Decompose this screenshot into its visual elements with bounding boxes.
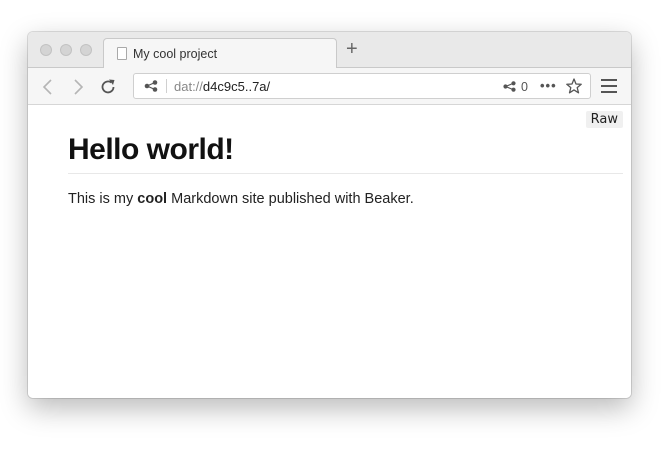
page-content: Raw Hello world! This is my cool Markdow… [28,105,631,398]
raw-button[interactable]: Raw [585,111,623,128]
minimize-window-button[interactable] [60,44,72,56]
reload-button[interactable] [98,77,118,97]
browser-window: My cool project + dat://d4c9c5..7a/ 0 ••… [28,32,631,398]
url-scheme: dat:// [174,79,203,94]
hamburger-menu-icon[interactable] [601,79,617,93]
url-divider [166,79,167,93]
url-host: d4c9c5..7a/ [202,79,271,94]
url-bar[interactable]: dat://d4c9c5..7a/ 0 ••• [133,73,591,99]
zoom-window-button[interactable] [80,44,92,56]
peers-icon[interactable] [503,81,516,92]
more-options-button[interactable]: ••• [540,78,557,93]
paragraph-text-before: This is my [68,191,138,207]
forward-button[interactable] [68,77,88,97]
page-heading: Hello world! [68,133,623,174]
paragraph-text-after: Markdown site published with Beaker. [167,191,414,207]
url-text[interactable]: dat://d4c9c5..7a/ [174,79,270,94]
chevron-right-icon [74,79,84,95]
paragraph-bold-word: cool [137,191,168,207]
reload-icon [101,79,115,94]
peer-count: 0 [521,80,528,94]
chevron-left-icon [42,79,52,95]
page-icon [117,47,127,60]
new-tab-button[interactable]: + [346,39,358,59]
title-bar: My cool project + [28,32,631,68]
star-icon[interactable] [566,78,582,94]
tab-active[interactable]: My cool project [103,38,337,68]
share-icon[interactable] [144,80,158,92]
close-window-button[interactable] [40,44,52,56]
tab-title: My cool project [133,47,218,61]
back-button[interactable] [38,77,58,97]
page-paragraph: This is my cool Markdown site published … [68,191,414,207]
nav-toolbar: dat://d4c9c5..7a/ 0 ••• [28,68,631,105]
